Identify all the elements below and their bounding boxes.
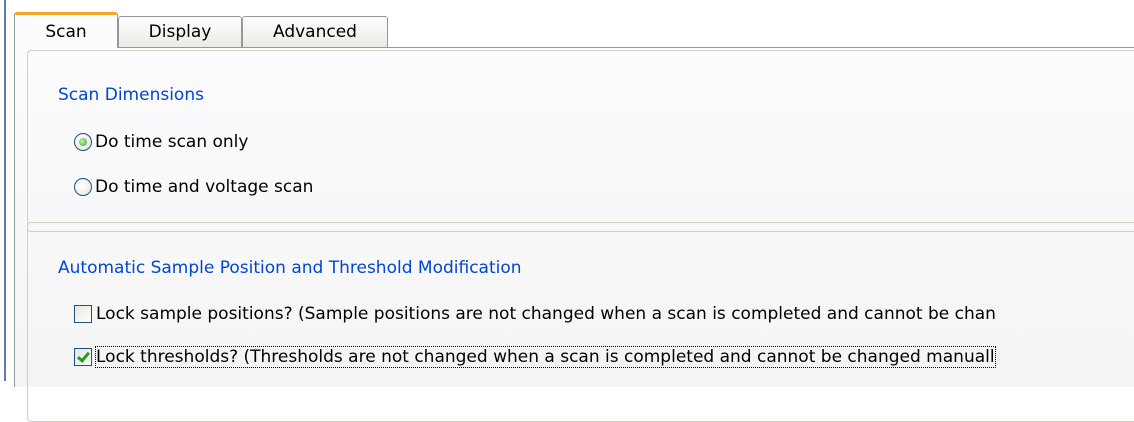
lock-sample-positions-option[interactable]: Lock sample positions? (Sample positions…: [74, 304, 996, 324]
time-voltage-scan-radio[interactable]: [74, 178, 92, 196]
scan-dimensions-legend: Scan Dimensions: [53, 85, 209, 105]
lock-thresholds-checkbox[interactable]: [74, 348, 92, 366]
time-scan-only-label: Do time scan only: [95, 132, 249, 152]
time-voltage-scan-label: Do time and voltage scan: [95, 177, 314, 197]
lock-sample-positions-checkbox[interactable]: [74, 305, 92, 323]
tab-advanced[interactable]: Advanced: [242, 16, 388, 47]
lock-thresholds-option[interactable]: Lock thresholds? (Thresholds are not cha…: [74, 346, 996, 368]
tab-display[interactable]: Display: [118, 16, 242, 47]
time-scan-only-radio[interactable]: [74, 133, 92, 151]
window-left-edge: [0, 0, 6, 381]
time-voltage-scan-option[interactable]: Do time and voltage scan: [74, 177, 313, 197]
lock-sample-positions-label: Lock sample positions? (Sample positions…: [96, 304, 996, 324]
tab-scan[interactable]: Scan: [14, 12, 118, 48]
lock-thresholds-label: Lock thresholds? (Thresholds are not cha…: [95, 346, 996, 368]
time-scan-only-option[interactable]: Do time scan only: [74, 132, 248, 152]
automatic-modification-legend: Automatic Sample Position and Threshold …: [53, 258, 527, 278]
